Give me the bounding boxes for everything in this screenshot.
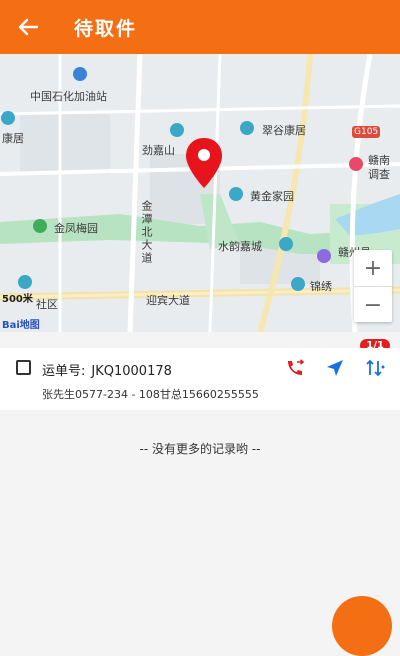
back-arrow-icon: [18, 18, 39, 36]
zoom-in-button[interactable]: +: [354, 250, 392, 286]
map-label-community: 社区: [36, 298, 58, 311]
map-label-jintan: 金潭北大道: [140, 200, 153, 265]
map-label-jiajia: 劲嘉山: [142, 144, 175, 157]
map-label-jinfeng: 金凤梅园: [54, 222, 98, 235]
select-checkbox[interactable]: [16, 360, 31, 375]
map-label-huangjin: 黄金家园: [250, 190, 294, 203]
call-button[interactable]: [284, 358, 306, 378]
map-label-g105: G105: [354, 127, 379, 137]
sort-icon: [366, 359, 385, 377]
map-scale: 500米: [2, 294, 33, 305]
sort-button[interactable]: [364, 358, 386, 378]
navigate-button[interactable]: [324, 358, 346, 378]
floating-action-button[interactable]: [332, 596, 392, 656]
order-card[interactable]: 运单号: JKQ1000178 张先生0577-234 - 108甘总156602…: [0, 348, 400, 410]
map-label-jinxiu: 锦绣: [310, 280, 332, 293]
map-view[interactable]: 中国石化加油站 康居 劲嘉山 翠谷康居 G105 赣南 调查 黄金家园 金凤梅园…: [0, 54, 400, 332]
navigation-arrow-icon: [327, 360, 343, 376]
app-header: 待取件: [0, 0, 400, 54]
map-label-cuigu: 翠谷康居: [262, 124, 306, 137]
map-logo: Bai地图: [2, 320, 40, 331]
waybill-label: 运单号:: [42, 364, 86, 379]
order-actions: [284, 358, 386, 378]
location-pin-icon: [186, 138, 222, 188]
map-label-survey: 调查: [368, 168, 390, 181]
waybill-line: 运单号: JKQ1000178: [42, 360, 172, 379]
zoom-controls: + −: [354, 250, 392, 322]
page-title: 待取件: [74, 17, 138, 40]
map-label-shuiyun: 水韵嘉城: [218, 240, 262, 253]
map-label-kangju: 康居: [2, 132, 24, 145]
back-button[interactable]: [6, 0, 50, 54]
zoom-out-button[interactable]: −: [354, 286, 392, 323]
waybill-number: JKQ1000178: [91, 364, 172, 379]
map-label-gas-station: 中国石化加油站: [30, 90, 107, 103]
map-label-yingbin: 迎宾大道: [146, 294, 190, 307]
no-more-records: -- 没有更多的记录哟 --: [139, 442, 261, 456]
phone-transfer-icon: [288, 359, 305, 375]
contact-info: 张先生0577-234 - 108甘总15660255555: [42, 388, 259, 401]
